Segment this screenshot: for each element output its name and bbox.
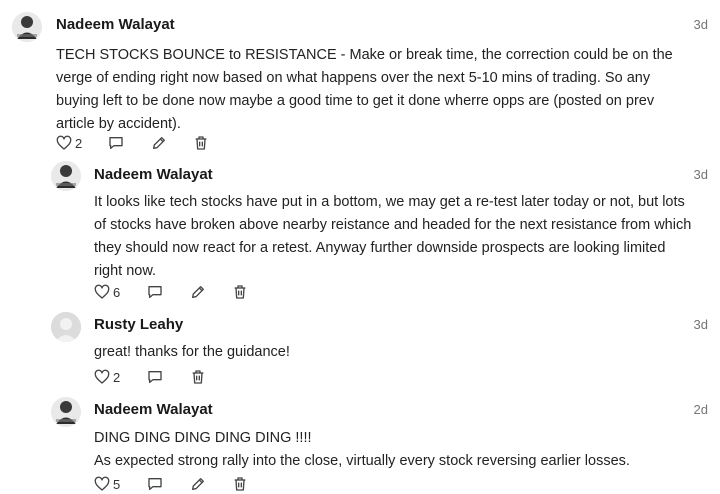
comment-body: TECH STOCKS BOUNCE to RESISTANCE - Make … [56,44,686,136]
heart-icon [56,135,72,150]
edit-button[interactable] [151,133,167,153]
pencil-icon [192,286,204,298]
like-count: 2 [75,135,83,151]
comment-text: great! thanks for the guidance! [94,344,290,360]
author-name[interactable]: Nadeem Walayat [94,400,213,420]
comment-text: It looks like tech stocks have put in a … [94,194,692,279]
heart-icon [94,369,110,384]
heart-icon [94,284,110,299]
delete-button[interactable] [232,282,248,302]
comment-text: TECH STOCKS BOUNCE to RESISTANCE - Make … [56,47,673,132]
avatar[interactable] [51,161,81,191]
avatar[interactable] [51,397,81,427]
like-count: 6 [113,284,121,300]
timestamp[interactable]: 3d [694,316,708,334]
comment-body: It looks like tech stocks have put in a … [94,191,694,283]
reply-icon [109,137,123,149]
author-name[interactable]: Nadeem Walayat [94,165,213,185]
trash-icon [195,136,207,150]
like-button[interactable]: 2 [56,133,82,153]
author-name[interactable]: Rusty Leahy [94,315,183,335]
comment-actions: 2 [94,367,234,387]
timestamp[interactable]: 2d [694,401,708,419]
heart-icon [94,476,110,491]
trash-icon [234,285,246,299]
reply-button[interactable] [147,367,163,387]
reply-icon [148,371,162,383]
comment-text: As expected strong rally into the close,… [94,453,630,469]
pencil-icon [192,478,204,490]
like-count: 2 [113,369,121,385]
trash-icon [234,477,246,491]
reply-icon [148,286,162,298]
comment-actions: 6 [94,282,264,302]
comment-actions: 2 [56,133,226,153]
reply-button[interactable] [108,133,124,153]
delete-button[interactable] [190,367,206,387]
user-placeholder-icon [51,312,81,342]
like-button[interactable]: 6 [94,282,120,302]
trash-icon [192,370,204,384]
delete-button[interactable] [193,133,209,153]
comment-text: DING DING DING DING DING !!!! [94,430,312,446]
comment-actions: 5 [94,474,264,494]
reply-button[interactable] [147,282,163,302]
like-button[interactable]: 2 [94,367,120,387]
avatar[interactable] [12,12,42,42]
comment-body: DING DING DING DING DING !!!! As expecte… [94,427,694,473]
delete-button[interactable] [232,474,248,494]
like-count: 5 [113,476,121,492]
edit-button[interactable] [190,282,206,302]
timestamp[interactable]: 3d [694,166,708,184]
edit-button[interactable] [190,474,206,494]
comment-body: great! thanks for the guidance! [94,341,694,364]
like-button[interactable]: 5 [94,474,120,494]
pencil-icon [153,137,165,149]
author-name[interactable]: Nadeem Walayat [56,15,175,35]
reply-icon [148,478,162,490]
reply-button[interactable] [147,474,163,494]
avatar[interactable] [51,312,81,342]
timestamp[interactable]: 3d [694,16,708,34]
